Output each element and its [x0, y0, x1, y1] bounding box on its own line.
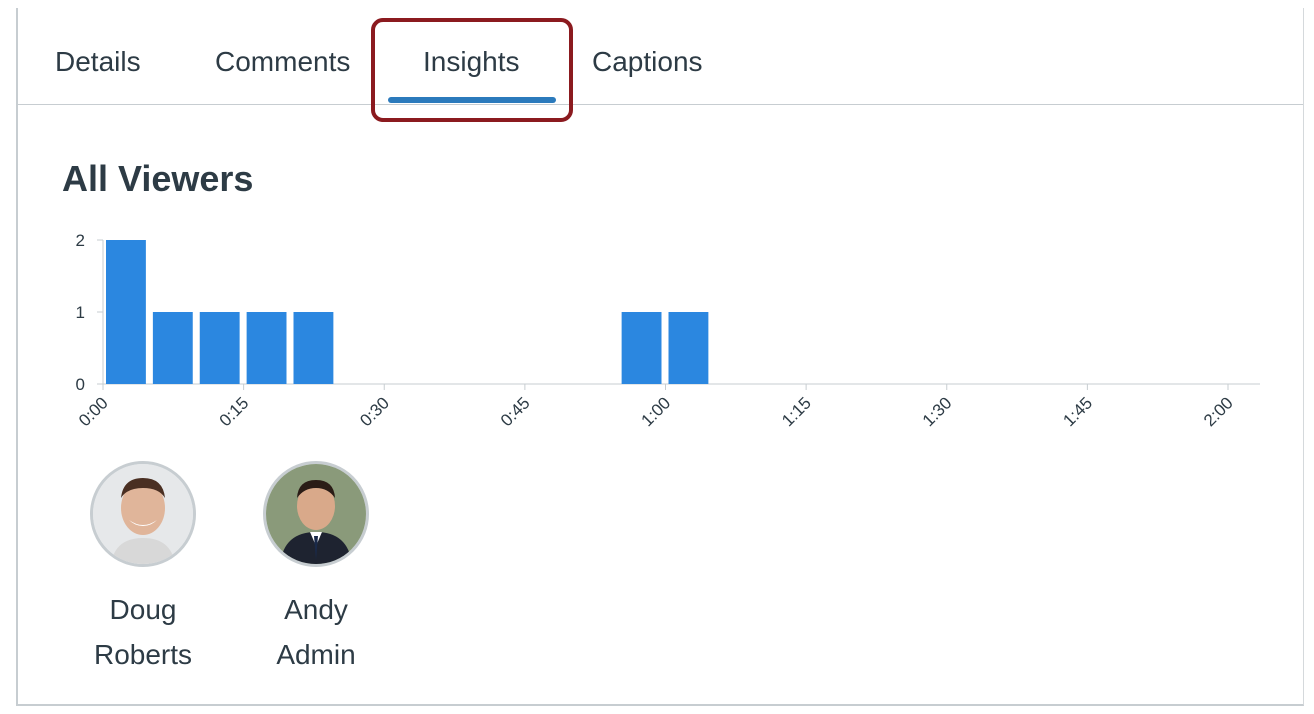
video-panel: Details Comments Insights Captions All V…: [16, 8, 1304, 706]
viewer-item[interactable]: Doug Roberts: [78, 461, 208, 677]
y-tick-label: 1: [76, 303, 85, 322]
bar: [668, 312, 709, 384]
avatar: [90, 461, 196, 567]
y-tick-label: 2: [76, 231, 85, 250]
x-tick-label: 0:45: [497, 393, 534, 430]
bar: [106, 240, 146, 384]
x-tick-label: 2:00: [1200, 393, 1237, 430]
user-photo-icon: [93, 464, 193, 564]
viewer-item[interactable]: Andy Admin: [251, 461, 381, 677]
bar: [293, 312, 334, 384]
bar: [246, 312, 287, 384]
bar: [199, 312, 240, 384]
x-tick-label: 0:30: [356, 393, 393, 430]
x-tick-label: 0:15: [216, 393, 253, 430]
x-tick-label: 1:45: [1059, 393, 1096, 430]
y-tick-label: 0: [76, 375, 85, 394]
x-tick-label: 1:15: [778, 393, 815, 430]
bar: [621, 312, 662, 384]
avatar: [263, 461, 369, 567]
bar: [152, 312, 193, 384]
x-tick-label: 1:00: [637, 393, 674, 430]
viewer-name: Doug Roberts: [93, 594, 193, 670]
x-tick-label: 1:30: [919, 393, 956, 430]
x-tick-label: 0:00: [75, 393, 112, 430]
viewers-bar-chart: 0 1 2 0:00 0:15 0:30 0:45 1:00 1:15 1:30 1:45 2:00: [75, 231, 1260, 430]
user-photo-icon: [266, 464, 366, 564]
viewer-name: Andy Admin: [276, 594, 356, 670]
